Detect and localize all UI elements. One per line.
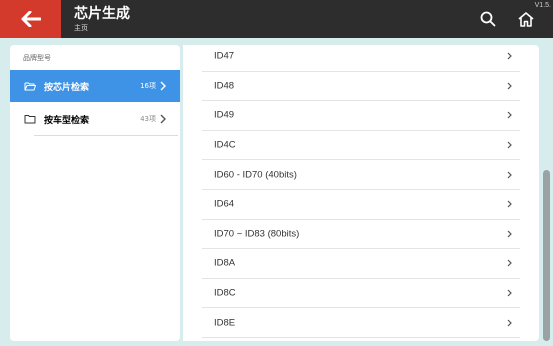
chevron-right-icon <box>507 200 512 208</box>
list-item[interactable]: ID47 <box>202 45 520 72</box>
list-item-label: ID4C <box>214 139 236 151</box>
home-button[interactable] <box>515 8 537 30</box>
sidebar-item-by-chip[interactable]: 按芯片检索 16项 <box>10 70 180 102</box>
list-item-label: ID60 - ID70 (40bits) <box>214 169 297 181</box>
sidebar-item-by-vehicle[interactable]: 按车型检索 43项 <box>10 103 180 135</box>
page-title: 芯片生成 <box>74 6 130 22</box>
item-count: 16项 <box>140 82 156 90</box>
list-item-label: ID8C <box>214 287 236 299</box>
list-item-label: ID8E <box>214 317 236 329</box>
list-item[interactable]: ID49 <box>202 101 520 131</box>
sidebar-item-label: 按车型检索 <box>44 115 90 126</box>
breadcrumb: 主页 <box>74 24 88 32</box>
sidebar-header: 品牌型号 <box>23 54 51 62</box>
list-item[interactable]: ID60 - ID70 (40bits) <box>202 160 520 190</box>
list-item-label: ID49 <box>214 109 235 121</box>
list-item-label: ID64 <box>214 198 235 210</box>
chevron-right-icon <box>160 114 166 124</box>
chevron-right-icon <box>507 289 512 297</box>
chevron-right-icon <box>507 52 512 60</box>
list-item-label: ID8A <box>214 257 236 269</box>
folder-icon <box>24 115 36 124</box>
chevron-right-icon <box>507 319 512 327</box>
search-icon <box>480 11 496 27</box>
back-button[interactable] <box>0 0 61 38</box>
category-sidebar: 品牌型号 按芯片检索 16项 按车型检索 43项 <box>10 45 180 341</box>
list-item-label: ID48 <box>214 80 235 92</box>
scrollbar-thumb[interactable] <box>543 170 550 341</box>
list-item-label: ID47 <box>214 50 235 62</box>
chevron-right-icon <box>160 81 166 91</box>
list-item[interactable]: ID64 <box>202 190 520 220</box>
version-label: V1.5. <box>534 2 551 9</box>
list-item[interactable]: ID8C <box>202 279 520 309</box>
search-button[interactable] <box>477 8 499 30</box>
app-header: 芯片生成 主页 V1.5. <box>0 0 553 38</box>
back-arrow-icon <box>21 11 41 27</box>
list-item[interactable]: ID8A <box>202 249 520 279</box>
list-item[interactable]: ID4C <box>202 131 520 161</box>
list-item[interactable]: ID8E <box>202 308 520 338</box>
list-item[interactable]: ID70 ~ ID83 (80bits) <box>202 220 520 250</box>
home-icon <box>518 11 534 27</box>
chevron-right-icon <box>507 82 512 90</box>
chevron-right-icon <box>507 230 512 238</box>
chevron-right-icon <box>507 141 512 149</box>
title-block: 芯片生成 主页 <box>74 5 130 33</box>
item-count: 43项 <box>140 115 156 123</box>
chevron-right-icon <box>507 171 512 179</box>
list-item[interactable]: ID48 <box>202 72 520 102</box>
chevron-right-icon <box>507 112 512 119</box>
sidebar-item-label: 按芯片检索 <box>44 82 90 93</box>
list-item-label: ID70 ~ ID83 (80bits) <box>214 228 300 240</box>
folder-open-icon <box>24 82 36 91</box>
chip-list: ID47 ID48 ID49 ID4C ID60 - ID70 (40bits)… <box>183 45 539 341</box>
chevron-right-icon <box>507 260 512 267</box>
divider <box>34 135 178 136</box>
